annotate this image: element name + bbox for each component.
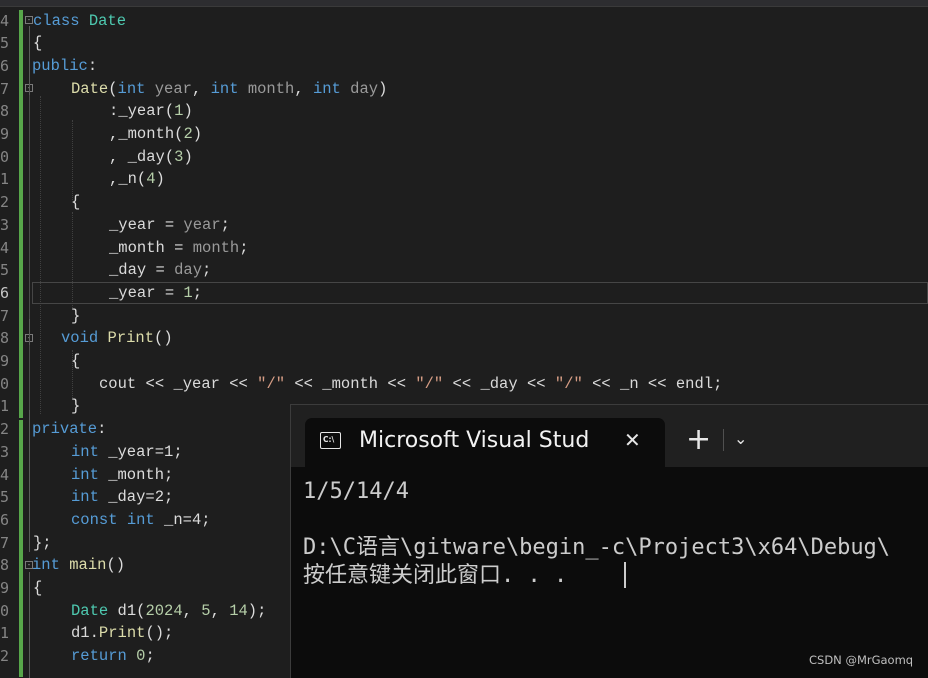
- line-number: 3: [0, 442, 9, 461]
- line-number: 6: [0, 56, 9, 75]
- fold-scope-line: [29, 95, 30, 319]
- line-number: 6: [0, 510, 9, 529]
- line-number: 0: [0, 147, 9, 166]
- code-line: :_year(1): [109, 102, 193, 121]
- new-tab-button[interactable]: +: [686, 425, 711, 455]
- line-number: 8: [0, 556, 9, 575]
- code-line: Date(int year, int month, int day): [71, 79, 388, 98]
- console-icon: C:\: [320, 432, 341, 449]
- line-number: 9: [0, 579, 9, 597]
- fold-scope-line: [29, 572, 30, 678]
- watermark: CSDN @MrGaomq: [809, 653, 914, 667]
- line-number: 8: [0, 329, 9, 348]
- code-line: }: [71, 306, 81, 325]
- line-number: 7: [0, 306, 9, 325]
- fold-scope-line: [29, 345, 30, 410]
- code-line: _year = 1;: [109, 283, 203, 302]
- code-line: return 0;: [71, 647, 155, 666]
- code-line: {: [71, 193, 81, 212]
- line-number: 1: [0, 624, 9, 643]
- change-indicator: [19, 10, 23, 418]
- terminal-window[interactable]: C:\ Microsoft Visual Stud ✕ + ⌄ 1/5/14/4…: [290, 404, 928, 678]
- line-number: 4: [0, 238, 9, 257]
- code-line: int _year=1;: [71, 442, 183, 461]
- code-line: {: [71, 352, 81, 370]
- code-line: , _day(3): [109, 147, 193, 166]
- code-line: }: [71, 397, 81, 416]
- line-number: 2: [0, 420, 9, 439]
- code-line: Date d1(2024, 5, 14);: [71, 601, 267, 620]
- code-line: ,_month(2): [109, 125, 203, 143]
- code-line: ,_n(4): [109, 170, 165, 189]
- chevron-down-icon[interactable]: ⌄: [734, 429, 747, 449]
- line-number: 0: [0, 374, 9, 393]
- code-line: int _month;: [71, 465, 174, 484]
- tab-title: Microsoft Visual Stud: [359, 428, 590, 453]
- line-number: 3: [0, 215, 9, 234]
- code-line: cout << _year << "/" << _month << "/" <<…: [99, 374, 723, 393]
- terminal-output-line: 1/5/14/4: [303, 479, 409, 504]
- fold-marker-icon[interactable]: -: [25, 16, 33, 24]
- code-line: public:: [32, 56, 98, 75]
- text-cursor: [624, 562, 626, 588]
- line-number: 7: [0, 79, 9, 98]
- line-number: 4: [0, 11, 9, 30]
- code-line: d1.Print();: [71, 624, 174, 643]
- line-number: 7: [0, 533, 9, 552]
- code-line: _day = day;: [109, 261, 212, 280]
- line-number: 1: [0, 397, 9, 416]
- line-number: 2: [0, 193, 9, 212]
- terminal-output-line: 按任意键关闭此窗口. . .: [303, 563, 568, 588]
- line-number: 0: [0, 601, 9, 620]
- code-line: const int _n=4;: [71, 510, 211, 529]
- line-number: 5: [0, 34, 9, 53]
- close-icon[interactable]: ✕: [624, 426, 641, 454]
- indent-guide: [72, 120, 73, 200]
- code-line: private:: [32, 420, 107, 439]
- code-line: void Print(): [61, 329, 173, 348]
- editor-tab-strip: [0, 0, 928, 7]
- line-number: 4: [0, 465, 9, 484]
- indent-guide: [40, 96, 41, 414]
- line-number: 5: [0, 261, 9, 280]
- terminal-tab-bar: C:\ Microsoft Visual Stud ✕ + ⌄: [291, 405, 928, 468]
- line-number: 9: [0, 352, 9, 370]
- line-number: 9: [0, 125, 9, 143]
- line-number: 8: [0, 102, 9, 121]
- code-line: _year = year;: [109, 215, 230, 234]
- tab-separator: [723, 429, 724, 451]
- line-number: 5: [0, 488, 9, 507]
- code-line: int main(): [32, 556, 126, 575]
- line-number: 2: [0, 647, 9, 666]
- code-line: class Date: [33, 11, 127, 30]
- code-line: _month = month;: [109, 238, 249, 257]
- terminal-output-line: D:\C语言\gitware\begin_-c\Project3\x64\Deb…: [303, 535, 891, 560]
- terminal-tab[interactable]: C:\ Microsoft Visual Stud ✕: [305, 418, 665, 468]
- code-line: int _day=2;: [71, 488, 174, 507]
- line-number: 6: [0, 283, 9, 302]
- code-line: {: [33, 579, 43, 597]
- change-indicator: [19, 420, 23, 677]
- code-line: };: [33, 533, 52, 552]
- code-line: {: [33, 34, 43, 53]
- line-number: 1: [0, 170, 9, 189]
